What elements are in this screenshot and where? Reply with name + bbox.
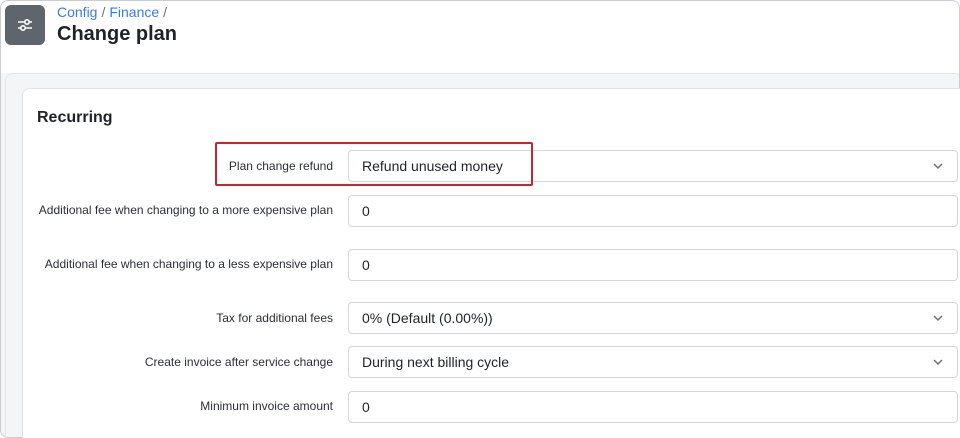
- minimum-invoice-value: 0: [362, 399, 370, 415]
- fee-less-expensive-label: Additional fee when changing to a less e…: [44, 257, 333, 271]
- breadcrumb: Config / Finance /: [57, 4, 171, 20]
- tax-additional-fees-label: Tax for additional fees: [216, 311, 333, 325]
- create-invoice-label: Create invoice after service change: [144, 355, 333, 369]
- create-invoice-value: During next billing cycle: [362, 354, 510, 370]
- plan-change-refund-label: Plan change refund: [228, 159, 333, 173]
- chevron-down-icon: [933, 163, 943, 170]
- tax-additional-fees-select[interactable]: 0% (Default (0.00%)): [348, 302, 958, 334]
- tax-additional-fees-value: 0% (Default (0.00%)): [362, 310, 493, 326]
- chevron-down-icon: [933, 359, 943, 366]
- page-header: Config / Finance / Change plan: [1, 1, 959, 73]
- create-invoice-select[interactable]: During next billing cycle: [348, 346, 958, 378]
- fee-less-expensive-value: 0: [362, 257, 370, 273]
- minimum-invoice-input[interactable]: 0: [348, 391, 958, 423]
- section-title: Recurring: [37, 109, 113, 126]
- fee-less-expensive-input[interactable]: 0: [348, 249, 958, 281]
- breadcrumb-finance[interactable]: Finance: [109, 4, 159, 20]
- chevron-down-icon: [933, 315, 943, 322]
- page-title: Change plan: [57, 23, 178, 45]
- breadcrumb-separator: /: [101, 4, 106, 20]
- sliders-icon: [5, 5, 45, 45]
- fee-more-expensive-value: 0: [362, 203, 370, 219]
- fee-more-expensive-input[interactable]: 0: [348, 195, 958, 227]
- breadcrumb-separator: /: [163, 4, 168, 20]
- plan-change-refund-value: Refund unused money: [362, 158, 503, 174]
- minimum-invoice-label: Minimum invoice amount: [200, 399, 333, 413]
- plan-change-refund-select[interactable]: Refund unused money: [348, 150, 958, 182]
- fee-more-expensive-label: Additional fee when changing to a more e…: [38, 203, 333, 217]
- breadcrumb-config[interactable]: Config: [57, 4, 97, 20]
